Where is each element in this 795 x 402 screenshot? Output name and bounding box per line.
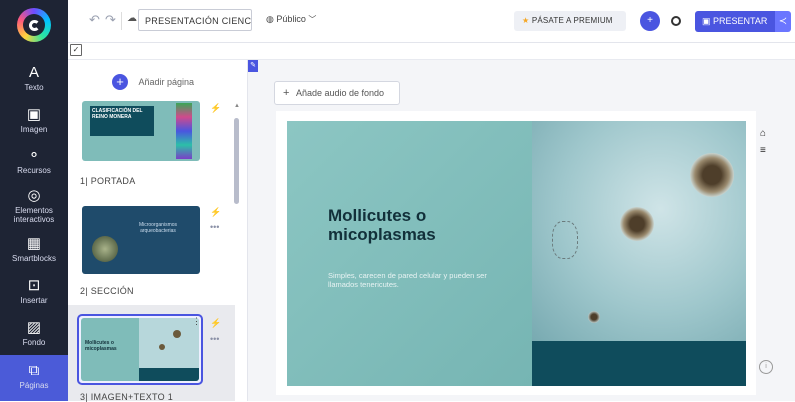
present-label: PRESENTAR [713,16,768,26]
scroll-up-icon[interactable]: ▲ [234,103,240,109]
plus-icon: + [283,87,290,99]
page-thumbnail-3[interactable]: Mollicutes o micoplasmas [81,318,199,381]
add-page-button[interactable]: + Añadir página [112,73,194,91]
plus-icon: + [112,73,128,90]
menu-icon[interactable]: ≡ [760,145,766,156]
slide-title[interactable]: Mollicutes o micoplasmas [328,206,518,244]
divider [121,12,122,30]
cell-small [588,311,600,323]
page-animation-icon[interactable]: ⚡ [210,103,221,114]
globe-icon: ◍ [266,14,274,24]
collaborators-icon[interactable]: + [640,11,660,31]
page-animation-icon[interactable]: ⚡ [210,207,221,218]
visibility-label: Público [276,14,306,24]
nav-label: Smartblocks [11,254,56,263]
redo-icon[interactable]: ↷ [105,12,116,28]
nav-label: Imagen [20,125,48,134]
nav-label: Insertar [20,296,48,305]
preview-eye-icon[interactable] [671,16,681,26]
slide-left-panel [287,121,532,386]
page-more-icon[interactable]: ••• [210,222,219,232]
chevron-down-icon: ﹀ [308,15,317,24]
page-label-2: 2| SECCIÓN [80,286,134,296]
background-icon: ▨ [26,319,42,336]
nav-recursos[interactable]: ⚬ Recursos [0,147,68,176]
project-title-field[interactable]: PRESENTACIÓN CIENCIA... [138,9,252,31]
star-icon: ★ [522,16,530,25]
collapse-panel-icon[interactable]: ✎ [248,60,258,72]
page-animation-icon[interactable]: ⚡ [210,318,221,329]
add-background-audio-button[interactable]: + Añade audio de fondo [274,81,400,105]
thumb-slide-title: Mollicutes o micoplasmas [85,340,117,352]
image-icon: ▣ [26,106,42,123]
present-icon: ▣ [702,16,711,26]
visibility-dropdown[interactable]: ◍ Público ﹀ [266,14,316,25]
page-thumbnail-2[interactable]: Microorganismos arqueobacterias [82,206,200,274]
cell-medium [620,207,654,241]
nav-label: Texto [24,83,44,92]
nav-texto[interactable]: A Texto [0,64,68,93]
interactive-icon: ◎ [27,187,41,204]
page-menu-icon[interactable]: ⋮ [192,316,201,327]
genially-logo[interactable] [17,8,51,42]
checkbox-icon[interactable]: ✓ [70,44,82,56]
present-button[interactable]: ▣ PRESENTAR [695,11,775,32]
nav-smartblocks[interactable]: ▦ Smartblocks [0,235,68,264]
nav-label: Recursos [17,166,51,175]
nav-elementos-interactivos[interactable]: ◎ Elementos interactivos [0,187,68,225]
share-icon[interactable]: ≺ [775,11,791,32]
thumb-bacteria-image [176,103,192,159]
nav-insertar[interactable]: ⊡ Insertar [0,277,68,306]
cell-fibrous [552,221,578,259]
microscope-image[interactable] [532,121,746,341]
slide-dark-band [532,341,746,386]
nav-label: Fondo [22,338,46,347]
slide-subtitle[interactable]: Simples, carecen de pared celular y pued… [328,271,488,289]
thumb-title-box: CLASIFICACIÓN DEL REINO MONERA [90,106,154,136]
cell-large [690,153,734,197]
nav-paginas[interactable]: ⧉ Páginas [0,355,68,401]
info-icon[interactable]: i [759,360,773,374]
undo-icon[interactable]: ↶ [89,12,100,28]
smartblocks-icon: ▦ [26,235,42,252]
nav-label: Páginas [19,381,49,390]
text-icon: A [28,64,39,81]
insert-icon: ⊡ [27,277,41,294]
thumb-cell-image [92,236,118,262]
pages-scrollbar[interactable] [234,118,239,204]
secondary-bar [68,43,795,60]
home-icon[interactable]: ⌂ [760,128,766,139]
pages-icon: ⧉ [28,362,40,379]
add-page-label: Añadir página [138,76,194,87]
thumb-micro-image [139,318,199,368]
nav-imagen[interactable]: ▣ Imagen [0,106,68,135]
resources-icon: ⚬ [27,147,41,164]
thumb-section-title: Microorganismos arqueobacterias [138,222,178,234]
page-label-1: 1| PORTADA [80,176,136,186]
premium-label: PÁSATE A PREMIUM [531,16,613,25]
page-thumbnail-1[interactable]: CLASIFICACIÓN DEL REINO MONERA [82,101,200,161]
nav-fondo[interactable]: ▨ Fondo [0,319,68,348]
nav-label: Elementos interactivos [13,206,55,224]
left-navigation: A Texto ▣ Imagen ⚬ Recursos ◎ Elementos inte… [0,0,68,401]
audio-label: Añade audio de fondo [295,88,385,98]
premium-button[interactable]: ★ PÁSATE A PREMIUM [514,11,626,31]
page-more-icon[interactable]: ••• [210,334,219,344]
thumb-dark-band [139,368,199,381]
cloud-icon: ☁ [127,13,137,24]
